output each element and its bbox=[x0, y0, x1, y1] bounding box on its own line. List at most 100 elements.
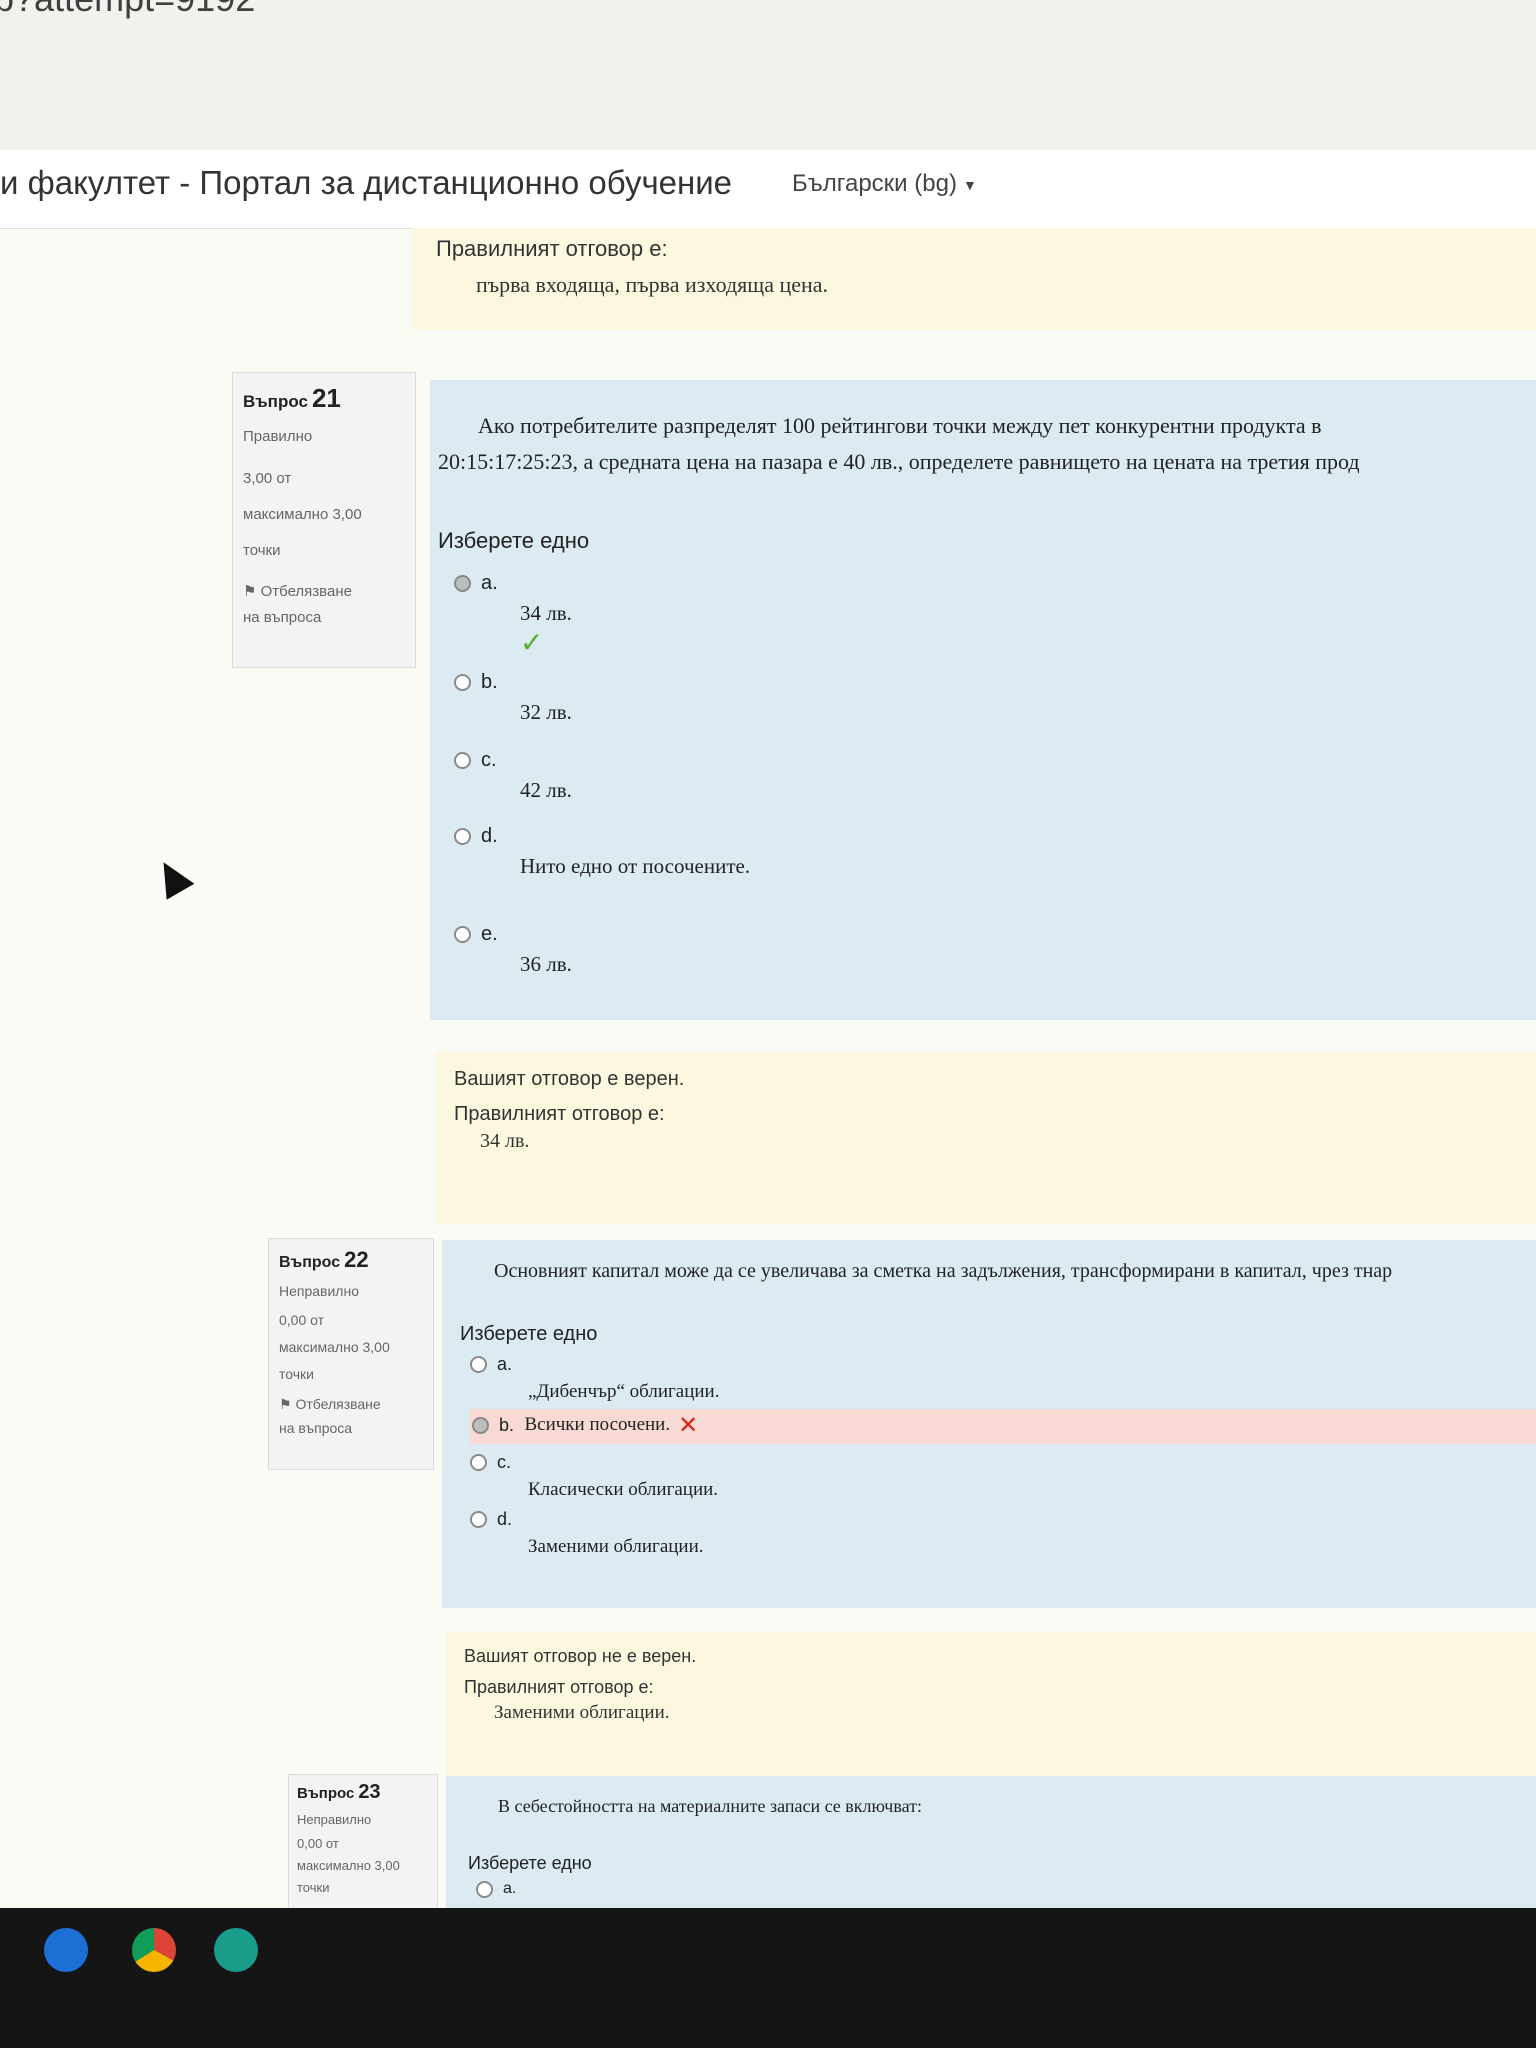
language-menu[interactable]: Български (bg) ▼ bbox=[792, 170, 977, 198]
q22-flag-button[interactable]: ⚑ Отбелязване на въпроса bbox=[279, 1392, 423, 1440]
flag-icon: ⚑ bbox=[243, 583, 257, 600]
edge-icon[interactable] bbox=[214, 1928, 258, 1972]
q21-radio-b[interactable] bbox=[454, 674, 471, 691]
option-letter: d. bbox=[481, 825, 498, 847]
q22-number: Въпрос 22 bbox=[279, 1247, 423, 1273]
q21-feedback: Вашият отговор е верен. Правилният отгов… bbox=[436, 1052, 1536, 1224]
q22-option-a[interactable]: a. „Дибенчър“ облигации. bbox=[470, 1354, 1536, 1403]
q21-question-text: Ако потребителите разпределят 100 рейтин… bbox=[430, 408, 1536, 480]
q21-grade-line: 3,00 от bbox=[243, 470, 292, 487]
q22-formulation: Основният капитал може да се увеличава з… bbox=[442, 1240, 1536, 1608]
q22-flag-label: Отбелязване bbox=[295, 1396, 381, 1412]
q21-formulation: Ако потребителите разпределят 100 рейтин… bbox=[430, 380, 1536, 1020]
option-text: „Дибенчър“ облигации. bbox=[528, 1381, 720, 1402]
option-letter: c. bbox=[481, 749, 497, 771]
q21-number-value: 21 bbox=[311, 383, 341, 413]
q21-radio-c[interactable] bbox=[454, 752, 471, 769]
q22-feedback-label: Правилният отговор е: bbox=[464, 1677, 654, 1697]
chrome-icon[interactable] bbox=[132, 1928, 176, 1972]
q21-flag-label: Отбелязване bbox=[260, 583, 352, 600]
option-text: Заменими облигации. bbox=[528, 1536, 704, 1557]
q22-grade-line: точки bbox=[279, 1366, 314, 1382]
app-icon[interactable] bbox=[44, 1928, 88, 1972]
check-icon: ✓ bbox=[520, 627, 544, 658]
q22-option-b[interactable]: b. Всички посочени. ✕ bbox=[470, 1409, 1536, 1444]
q22-feedback-answer: Заменими облигации. bbox=[494, 1702, 670, 1723]
q23-question-text: В себестойността на материалните запаси … bbox=[498, 1796, 922, 1816]
q23-state: Неправилно bbox=[297, 1812, 372, 1827]
q23-radio-a[interactable] bbox=[476, 1880, 493, 1898]
q23-option-a[interactable]: a. bbox=[476, 1880, 1536, 1898]
q22-info: Въпрос 22 Неправилно 0,00 от максимално 3… bbox=[268, 1238, 434, 1470]
q22-radio-c[interactable] bbox=[470, 1454, 487, 1471]
cross-icon: ✕ bbox=[678, 1412, 699, 1439]
option-letter: e. bbox=[481, 923, 498, 945]
q21-number: Въпрос 21 bbox=[243, 383, 405, 414]
q22-feedback: Вашият отговор не е верен. Правилният от… bbox=[446, 1632, 1536, 1776]
option-letter: c. bbox=[497, 1452, 512, 1472]
q23-number-label: Въпрос bbox=[297, 1785, 355, 1802]
q23-grade-line: точки bbox=[297, 1880, 330, 1895]
option-text: 36 лв. bbox=[520, 952, 572, 976]
q22-question-text: Основният капитал може да се увеличава з… bbox=[494, 1260, 1393, 1282]
q22-radio-a[interactable] bbox=[470, 1356, 487, 1373]
taskbar bbox=[0, 1908, 1536, 2048]
q22-state: Неправилно bbox=[279, 1283, 359, 1299]
option-text: Класически облигации. bbox=[528, 1479, 719, 1500]
option-text: 34 лв. bbox=[520, 601, 572, 625]
q22-number-label: Въпрос bbox=[279, 1254, 341, 1271]
q21-feedback-result: Вашият отговор е верен. bbox=[454, 1068, 685, 1090]
q20-feedback: Правилният отговор е: първа входяща, пър… bbox=[412, 228, 1536, 330]
q21-number-label: Въпрос bbox=[243, 392, 308, 411]
q20-correct-answer: първа входяща, първа изходяща цена. bbox=[476, 272, 829, 297]
q22-option-d[interactable]: d. Заменими облигации. bbox=[470, 1509, 1536, 1558]
address-bar[interactable]: p?attempt=9192 bbox=[0, 0, 1536, 151]
q22-feedback-result: Вашият отговор не е верен. bbox=[464, 1646, 697, 1666]
q21-radio-a[interactable] bbox=[454, 575, 471, 592]
q21-grade-line: точки bbox=[243, 542, 281, 559]
q21-option-d[interactable]: d. Нито едно от посочените. bbox=[454, 825, 1536, 879]
q23-number-value: 23 bbox=[358, 1781, 381, 1803]
q23-prompt: Изберете едно bbox=[468, 1853, 592, 1873]
option-letter: d. bbox=[497, 1509, 513, 1529]
option-letter: a. bbox=[503, 1880, 517, 1897]
option-text: 42 лв. bbox=[520, 778, 572, 802]
language-label: Български (bg) bbox=[792, 170, 957, 197]
q21-flag-button[interactable]: ⚑ Отбелязване на въпроса bbox=[243, 579, 405, 631]
option-text: Всички посочени. bbox=[524, 1413, 671, 1435]
q21-feedback-answer: 34 лв. bbox=[480, 1130, 530, 1152]
q21-option-b[interactable]: b. 32 лв. bbox=[454, 671, 1536, 725]
q22-flag-label: на въпроса bbox=[279, 1420, 353, 1436]
mouse-cursor-icon bbox=[149, 854, 195, 900]
option-letter: b. bbox=[499, 1415, 515, 1435]
q22-prompt: Изберете едно bbox=[460, 1323, 598, 1345]
flag-icon: ⚑ bbox=[279, 1396, 292, 1412]
option-letter: a. bbox=[497, 1354, 513, 1374]
q21-prompt: Изберете едно bbox=[438, 528, 590, 553]
q21-question-line: Ако потребителите разпределят 100 рейтин… bbox=[478, 413, 1322, 438]
url-text[interactable]: p?attempt=9192 bbox=[0, 0, 255, 20]
site-title[interactable]: и факултет - Портал за дистанционно обуч… bbox=[0, 164, 732, 202]
q22-grade-line: максимално 3,00 bbox=[279, 1339, 390, 1355]
option-text: 32 лв. bbox=[520, 700, 572, 724]
option-letter: b. bbox=[481, 671, 498, 693]
q20-correct-label: Правилният отговор е: bbox=[436, 236, 668, 261]
q23-grade-line: 0,00 от bbox=[297, 1836, 339, 1851]
q21-grade: 3,00 от максимално 3,00 точки bbox=[243, 461, 405, 569]
q21-radio-e[interactable] bbox=[454, 926, 471, 943]
q22-grade-line: 0,00 от bbox=[279, 1312, 325, 1328]
option-letter: a. bbox=[481, 572, 498, 594]
chevron-down-icon: ▼ bbox=[962, 176, 977, 193]
q22-radio-b[interactable] bbox=[472, 1417, 489, 1434]
q21-flag-label: на въпроса bbox=[243, 609, 322, 626]
q21-option-e[interactable]: e. 36 лв. bbox=[454, 923, 1536, 977]
q21-option-a[interactable]: a. 34 лв. ✓ bbox=[454, 572, 1536, 659]
q23-grade: 0,00 от максимално 3,00 точки bbox=[297, 1833, 429, 1899]
q21-radio-d[interactable] bbox=[454, 828, 471, 845]
q21-option-c[interactable]: c. 42 лв. bbox=[454, 749, 1536, 803]
q21-question-line: 20:15:17:25:23, а средната цена на пазар… bbox=[438, 449, 1360, 474]
q21-info: Въпрос 21 Правилно 3,00 от максимално 3,0… bbox=[232, 372, 416, 668]
q21-state: Правилно bbox=[243, 428, 313, 445]
q22-radio-d[interactable] bbox=[470, 1511, 487, 1528]
q22-option-c[interactable]: c. Класически облигации. bbox=[470, 1452, 1536, 1501]
